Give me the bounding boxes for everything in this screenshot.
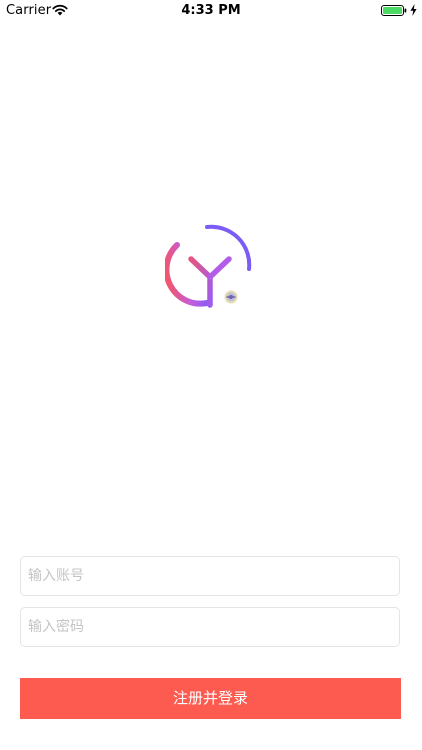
register-and-login-button[interactable]: 注册并登录 — [20, 678, 401, 719]
password-field — [20, 607, 400, 647]
clock-time: 4:33 PM — [181, 3, 241, 18]
password-input[interactable] — [28, 608, 388, 646]
status-bar: Carrier 4:33 PM — [0, 0, 422, 22]
battery-icon — [381, 5, 407, 16]
account-field — [20, 556, 400, 596]
app-logo — [165, 224, 252, 308]
charging-bolt-icon — [410, 4, 417, 16]
account-input[interactable] — [28, 557, 388, 595]
